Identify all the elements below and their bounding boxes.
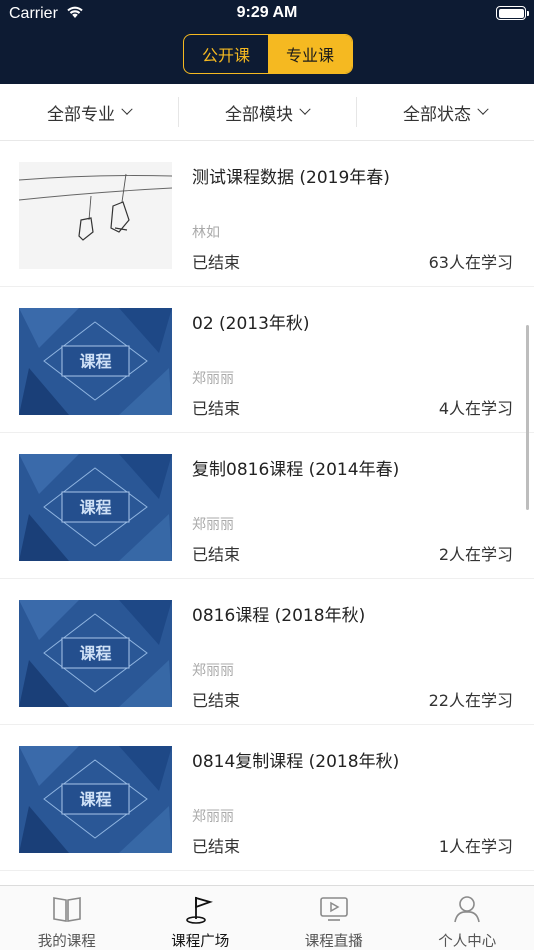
tab-label: 课程直播 xyxy=(304,934,363,950)
filter-major-dropdown[interactable]: 全部专业 xyxy=(0,84,178,140)
filter-major-label: 全部专业 xyxy=(47,104,115,125)
course-list-item[interactable]: 课程 02 (2013年秋) 郑丽丽 已结束 4人在学习 xyxy=(0,287,534,433)
course-title: 02 (2013年秋) xyxy=(192,314,310,334)
person-icon xyxy=(454,896,481,923)
course-thumbnail: 课程 xyxy=(19,600,172,707)
course-banner-image: 课程 xyxy=(19,600,172,707)
course-learners: 63人在学习 xyxy=(428,253,513,272)
tab-professional-course[interactable]: 专业课 xyxy=(268,35,352,73)
chevron-down-icon xyxy=(477,103,489,115)
status-bar: Carrier 9:29 AM xyxy=(0,0,534,28)
course-list-item[interactable]: 课程 0816课程 (2018年秋) 郑丽丽 已结束 22人在学习 xyxy=(0,579,534,725)
course-title: 0814复制课程 (2018年秋) xyxy=(192,752,400,772)
chevron-down-icon xyxy=(121,103,133,115)
tab-profile[interactable]: 个人中心 xyxy=(401,886,534,950)
course-title: 测试课程数据 (2019年春) xyxy=(192,168,390,188)
battery-icon xyxy=(496,6,529,20)
course-learners: 4人在学习 xyxy=(438,399,513,418)
filter-module-dropdown[interactable]: 全部模块 xyxy=(178,84,356,140)
course-thumbnail: 课程 xyxy=(19,746,172,853)
course-status: 已结束 xyxy=(192,253,241,272)
course-thumbnail: 课程 xyxy=(19,454,172,561)
tab-label: 个人中心 xyxy=(438,934,497,950)
scrollbar[interactable] xyxy=(526,325,529,510)
course-list-item[interactable]: 课程 复制0816课程 (2014年春) 郑丽丽 已结束 2人在学习 xyxy=(0,433,534,579)
tab-public-course[interactable]: 公开课 xyxy=(184,35,268,73)
course-learners: 22人在学习 xyxy=(428,691,513,710)
course-teacher: 郑丽丽 xyxy=(192,809,234,825)
course-banner-text: 课程 xyxy=(79,790,111,809)
course-learners: 1人在学习 xyxy=(438,837,513,856)
flag-icon xyxy=(186,896,214,924)
tab-live[interactable]: 课程直播 xyxy=(267,886,401,950)
course-learners: 2人在学习 xyxy=(438,545,513,564)
course-banner-text: 课程 xyxy=(79,352,111,371)
course-thumbnail: 课程 xyxy=(19,308,172,415)
tab-my-courses[interactable]: 我的课程 xyxy=(0,886,134,950)
course-title: 复制0816课程 (2014年春) xyxy=(192,460,400,480)
course-teacher: 郑丽丽 xyxy=(192,517,234,533)
course-banner-text: 课程 xyxy=(79,644,111,663)
course-list-item[interactable]: 课程 0814复制课程 (2018年秋) 郑丽丽 已结束 1人在学习 xyxy=(0,725,534,871)
tab-bar: 我的课程 课程广场 课程直播 个人中心 xyxy=(0,885,534,950)
header: Carrier 9:29 AM 公开课 专业课 xyxy=(0,0,534,84)
book-icon xyxy=(52,897,81,922)
course-status: 已结束 xyxy=(192,837,241,856)
course-teacher: 林如 xyxy=(192,225,220,241)
course-teacher: 郑丽丽 xyxy=(192,663,234,679)
course-list-item[interactable]: 测试课程数据 (2019年春) 林如 已结束 63人在学习 xyxy=(0,141,534,287)
course-banner-text: 课程 xyxy=(79,498,111,517)
tab-course-plaza[interactable]: 课程广场 xyxy=(134,886,268,950)
course-thumbnail xyxy=(19,162,172,269)
course-status: 已结束 xyxy=(192,691,241,710)
clock: 9:29 AM xyxy=(236,4,298,21)
course-status: 已结束 xyxy=(192,399,241,418)
tab-label: 我的课程 xyxy=(37,934,96,950)
filter-status-label: 全部状态 xyxy=(403,104,471,125)
filter-status-dropdown[interactable]: 全部状态 xyxy=(356,84,534,140)
course-banner-image: 课程 xyxy=(19,746,172,853)
course-status: 已结束 xyxy=(192,545,241,564)
filter-module-label: 全部模块 xyxy=(225,104,293,125)
course-type-segment: 公开课 专业课 xyxy=(183,34,353,74)
course-list[interactable]: 测试课程数据 (2019年春) 林如 已结束 63人在学习 课程 02 (201… xyxy=(0,141,534,885)
tab-label: 课程广场 xyxy=(171,934,230,950)
filter-bar: 全部专业 全部模块 全部状态 xyxy=(0,84,534,141)
course-title: 0816课程 (2018年秋) xyxy=(192,606,366,626)
course-banner-image: 课程 xyxy=(19,308,172,415)
course-teacher: 郑丽丽 xyxy=(192,371,234,387)
play-screen-icon xyxy=(319,897,348,921)
chevron-down-icon xyxy=(299,103,311,115)
chairlift-image xyxy=(19,162,172,269)
course-banner-image: 课程 xyxy=(19,454,172,561)
